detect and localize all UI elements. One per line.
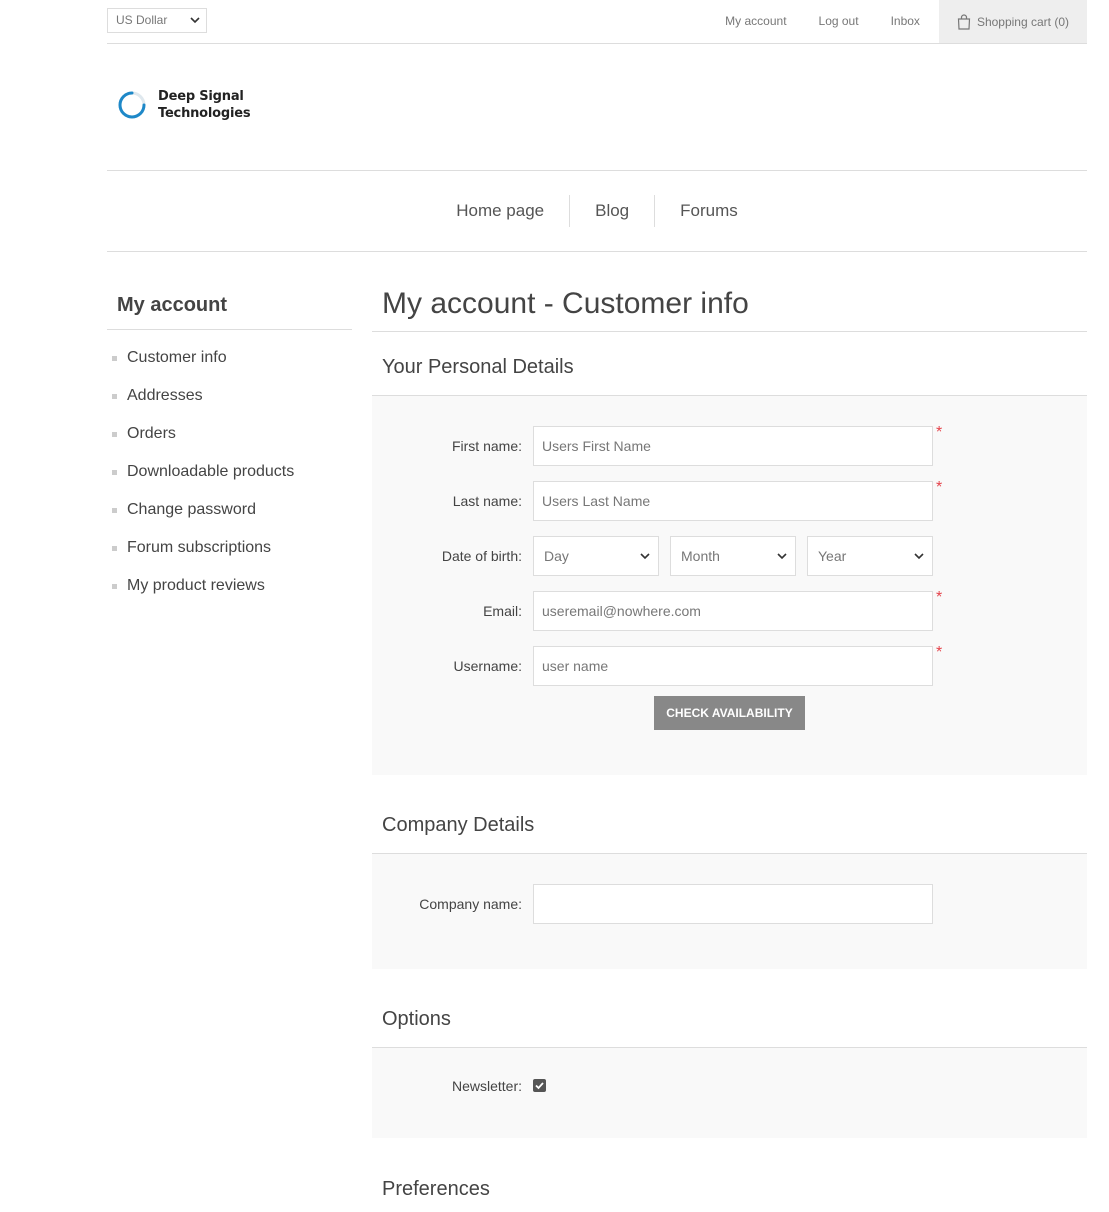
my-account-link[interactable]: My account xyxy=(709,0,802,43)
company-details-title: Company Details xyxy=(372,812,1087,854)
options-fieldset: Newsletter: xyxy=(372,1048,1087,1138)
dob-day-value: Day xyxy=(544,548,569,564)
date-of-birth-row: Date of birth: Day Month Year xyxy=(372,536,1087,576)
sidebar-item-forum-subscriptions[interactable]: Forum subscriptions xyxy=(107,535,352,573)
email-row: Email: useremail@nowhere.com * xyxy=(372,589,1087,631)
sidebar-item-customer-info[interactable]: Customer info xyxy=(107,345,352,383)
menu-item-blog[interactable]: Blog xyxy=(570,195,656,227)
company-details-fieldset: Company name: xyxy=(372,854,1087,969)
company-name-label: Company name: xyxy=(419,896,522,912)
top-menu: Home page Blog Forums xyxy=(107,170,1087,252)
company-name-row: Company name: xyxy=(372,884,1087,924)
sidebar-item-downloadable-products[interactable]: Downloadable products xyxy=(107,459,352,497)
header-links: My account Log out Inbox Shopping cart (… xyxy=(709,0,1087,43)
header-bar: US Dollar My account Log out Inbox Shopp… xyxy=(107,0,1087,44)
username-row: Username: user name * xyxy=(372,644,1087,686)
chevron-down-icon xyxy=(190,17,200,24)
dob-day-select[interactable]: Day xyxy=(533,536,659,576)
sidebar-item-product-reviews[interactable]: My product reviews xyxy=(107,573,352,611)
last-name-row: Last name: Users Last Name * xyxy=(372,479,1087,521)
dob-month-value: Month xyxy=(681,548,720,564)
username-input[interactable]: user name xyxy=(533,646,933,686)
first-name-input[interactable]: Users First Name xyxy=(533,426,933,466)
first-name-row: First name: Users First Name * xyxy=(372,424,1087,466)
chevron-down-icon xyxy=(777,553,787,560)
username-label: Username: xyxy=(453,658,522,674)
chevron-down-icon xyxy=(640,553,650,560)
company-name-input[interactable] xyxy=(533,884,933,924)
sidebar-nav: Customer info Addresses Orders Downloada… xyxy=(107,345,352,611)
newsletter-label: Newsletter: xyxy=(451,1078,522,1094)
personal-details-fieldset: First name: Users First Name * Last name… xyxy=(372,396,1087,775)
logo-line-1: Deep Signal xyxy=(158,89,244,104)
sidebar-item-orders[interactable]: Orders xyxy=(107,421,352,459)
checkmark-icon xyxy=(535,1082,544,1090)
logo-text: Deep Signal Technologies xyxy=(158,88,251,122)
dob-year-select[interactable]: Year xyxy=(807,536,933,576)
email-label: Email: xyxy=(483,603,522,619)
menu-item-home[interactable]: Home page xyxy=(431,195,571,227)
newsletter-checkbox[interactable] xyxy=(533,1079,546,1092)
chevron-down-icon xyxy=(914,553,924,560)
email-input[interactable]: useremail@nowhere.com xyxy=(533,591,933,631)
menu-item-forums[interactable]: Forums xyxy=(655,195,763,227)
options-title: Options xyxy=(372,1006,1087,1048)
sidebar-item-addresses[interactable]: Addresses xyxy=(107,383,352,421)
date-of-birth-label: Date of birth: xyxy=(441,548,522,564)
currency-value: US Dollar xyxy=(116,13,168,27)
log-out-link[interactable]: Log out xyxy=(803,0,875,43)
required-mark: * xyxy=(936,479,943,496)
first-name-label: First name: xyxy=(451,438,522,454)
currency-select[interactable]: US Dollar xyxy=(107,8,207,33)
check-availability-button[interactable]: CHECK AVAILABILITY xyxy=(654,696,805,730)
inbox-link[interactable]: Inbox xyxy=(875,0,936,43)
last-name-label: Last name: xyxy=(452,493,522,509)
shopping-cart-link[interactable]: Shopping cart (0) xyxy=(938,0,1087,43)
logo[interactable]: Deep Signal Technologies xyxy=(116,88,251,122)
shopping-bag-icon xyxy=(957,13,971,30)
required-mark: * xyxy=(936,644,943,661)
required-mark: * xyxy=(936,589,943,606)
logo-ring-icon xyxy=(118,91,146,119)
sidebar-item-change-password[interactable]: Change password xyxy=(107,497,352,535)
dob-year-value: Year xyxy=(818,548,847,564)
required-mark: * xyxy=(936,424,943,441)
page-title: My account - Customer info xyxy=(372,284,1087,332)
shopping-cart-label: Shopping cart (0) xyxy=(976,14,1069,29)
preferences-title: Preferences xyxy=(382,1178,490,1200)
dob-month-select[interactable]: Month xyxy=(670,536,796,576)
sidebar-title: My account xyxy=(107,290,352,330)
last-name-input[interactable]: Users Last Name xyxy=(533,481,933,521)
logo-line-2: Technologies xyxy=(158,106,251,121)
personal-details-title: Your Personal Details xyxy=(372,354,1087,396)
newsletter-row: Newsletter: xyxy=(372,1078,1087,1098)
